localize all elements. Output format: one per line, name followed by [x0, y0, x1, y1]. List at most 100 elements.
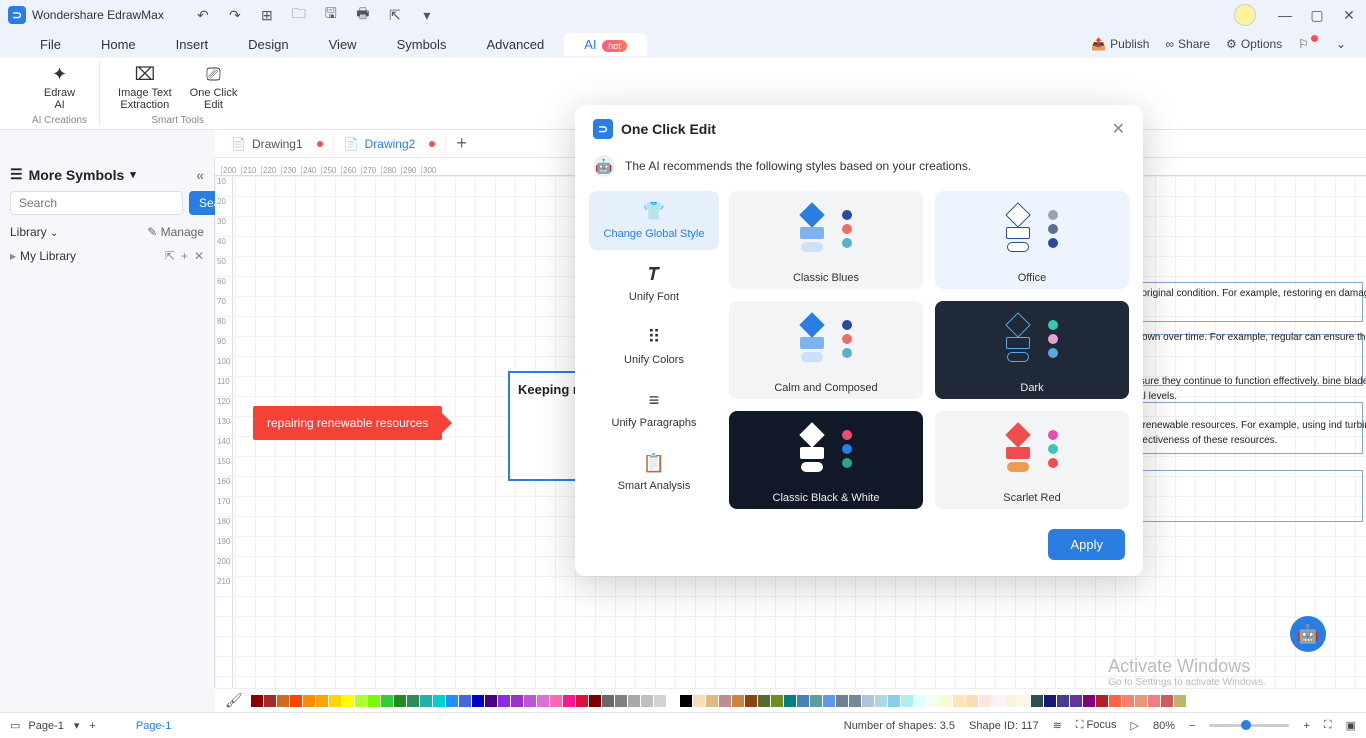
redo-icon[interactable]: ↷	[226, 6, 244, 24]
color-swatch[interactable]	[446, 695, 458, 707]
doc-tab-drawing2[interactable]: 📄 Drawing2	[334, 133, 447, 155]
color-swatch[interactable]	[1083, 695, 1095, 707]
search-input[interactable]	[10, 191, 183, 215]
ai-chat-fab[interactable]: 🤖	[1290, 616, 1326, 652]
color-swatch[interactable]	[706, 695, 718, 707]
color-swatch[interactable]	[459, 695, 471, 707]
color-swatch[interactable]	[1096, 695, 1108, 707]
color-swatch[interactable]	[1070, 695, 1082, 707]
color-swatch[interactable]	[251, 695, 263, 707]
color-swatch[interactable]	[758, 695, 770, 707]
collapse-sidebar-icon[interactable]: «	[196, 167, 204, 183]
style-office[interactable]: Office	[935, 191, 1129, 289]
unify-font-button[interactable]: 𝑻Unify Font	[589, 254, 719, 313]
qat-dropdown-icon[interactable]: ▾	[418, 6, 436, 24]
color-swatch[interactable]	[472, 695, 484, 707]
color-swatch[interactable]	[524, 695, 536, 707]
manage-link[interactable]: ✎ Manage	[147, 225, 204, 239]
color-swatch[interactable]	[433, 695, 445, 707]
publish-button[interactable]: 📤Publish	[1091, 37, 1149, 51]
color-swatch[interactable]	[667, 695, 679, 707]
color-swatch[interactable]	[771, 695, 783, 707]
color-swatch[interactable]	[940, 695, 952, 707]
options-button[interactable]: ⚙Options	[1226, 37, 1282, 51]
color-swatch[interactable]	[589, 695, 601, 707]
color-swatch[interactable]	[823, 695, 835, 707]
color-swatch[interactable]	[953, 695, 965, 707]
page-tab-1[interactable]: Page-1	[136, 720, 171, 732]
add-tab-button[interactable]: +	[446, 133, 477, 154]
color-swatch[interactable]	[849, 695, 861, 707]
share-button[interactable]: ∞Share	[1165, 37, 1210, 51]
color-swatch[interactable]	[979, 695, 991, 707]
color-swatch[interactable]	[784, 695, 796, 707]
color-swatch[interactable]	[368, 695, 380, 707]
menu-file[interactable]: File	[20, 33, 81, 56]
color-swatch[interactable]	[394, 695, 406, 707]
color-swatch[interactable]	[355, 695, 367, 707]
color-swatch[interactable]	[563, 695, 575, 707]
one-click-edit-button[interactable]: ⎚ One Click Edit	[184, 62, 244, 113]
style-calm-composed[interactable]: Calm and Composed	[729, 301, 923, 399]
color-swatch[interactable]	[329, 695, 341, 707]
undo-icon[interactable]: ↶	[194, 6, 212, 24]
color-swatch[interactable]	[1122, 695, 1134, 707]
layout-icon[interactable]: ▭	[10, 719, 20, 732]
focus-button[interactable]: ⛶ Focus	[1076, 719, 1117, 732]
style-classic-bw[interactable]: Classic Black & White	[729, 411, 923, 509]
library-dropdown[interactable]: Library ⌄	[10, 225, 58, 239]
color-swatch[interactable]	[537, 695, 549, 707]
color-swatch[interactable]	[1148, 695, 1160, 707]
color-swatch[interactable]	[420, 695, 432, 707]
menu-advanced[interactable]: Advanced	[466, 33, 564, 56]
color-swatch[interactable]	[264, 695, 276, 707]
page-select[interactable]: Page-1	[28, 720, 63, 732]
presentation-icon[interactable]: ▷	[1131, 719, 1139, 732]
callout-shape[interactable]: repairing renewable resources	[253, 406, 442, 440]
unify-paragraphs-button[interactable]: ≡Unify Paragraphs	[589, 380, 719, 439]
apply-button[interactable]: Apply	[1048, 529, 1125, 560]
expand-mylib-icon[interactable]: ▸	[10, 249, 16, 263]
zoom-slider[interactable]	[1209, 724, 1289, 727]
color-swatch[interactable]	[303, 695, 315, 707]
layers-icon[interactable]: ≋	[1053, 719, 1062, 732]
zoom-out-icon[interactable]: −	[1189, 720, 1195, 732]
import-lib-icon[interactable]: ⇱	[165, 249, 175, 263]
edraw-ai-button[interactable]: ✦ Edraw AI	[38, 62, 81, 113]
color-swatch[interactable]	[888, 695, 900, 707]
color-swatch[interactable]	[732, 695, 744, 707]
color-swatch[interactable]	[1057, 695, 1069, 707]
print-icon[interactable]: 🖶	[354, 6, 372, 24]
unify-colors-button[interactable]: ⠿Unify Colors	[589, 317, 719, 376]
close-dialog-icon[interactable]: ✕	[1112, 119, 1125, 139]
color-swatch[interactable]	[966, 695, 978, 707]
collapse-ribbon-icon[interactable]: ⌄	[1336, 37, 1346, 51]
color-swatch[interactable]	[693, 695, 705, 707]
menu-insert[interactable]: Insert	[156, 33, 229, 56]
color-swatch[interactable]	[628, 695, 640, 707]
color-swatch[interactable]	[836, 695, 848, 707]
style-dark[interactable]: Dark	[935, 301, 1129, 399]
color-swatch[interactable]	[342, 695, 354, 707]
add-lib-icon[interactable]: +	[181, 249, 188, 263]
maximize-icon[interactable]: ▢	[1308, 6, 1326, 24]
color-swatch[interactable]	[641, 695, 653, 707]
menu-symbols[interactable]: Symbols	[377, 33, 467, 56]
color-swatch[interactable]	[407, 695, 419, 707]
my-library-label[interactable]: My Library	[20, 249, 76, 263]
color-swatch[interactable]	[498, 695, 510, 707]
color-swatch[interactable]	[875, 695, 887, 707]
color-swatch[interactable]	[992, 695, 1004, 707]
color-swatch[interactable]	[316, 695, 328, 707]
color-swatch[interactable]	[550, 695, 562, 707]
add-page-icon[interactable]: +	[89, 720, 95, 732]
color-swatch[interactable]	[1005, 695, 1017, 707]
menu-home[interactable]: Home	[81, 33, 156, 56]
color-swatch[interactable]	[290, 695, 302, 707]
image-text-extraction-button[interactable]: ⌧ Image Text Extraction	[112, 62, 178, 113]
color-swatch[interactable]	[654, 695, 666, 707]
zoom-in-icon[interactable]: +	[1303, 720, 1309, 732]
user-avatar[interactable]	[1234, 4, 1256, 26]
color-swatch[interactable]	[810, 695, 822, 707]
color-picker-icon[interactable]: 🖌	[225, 692, 243, 709]
